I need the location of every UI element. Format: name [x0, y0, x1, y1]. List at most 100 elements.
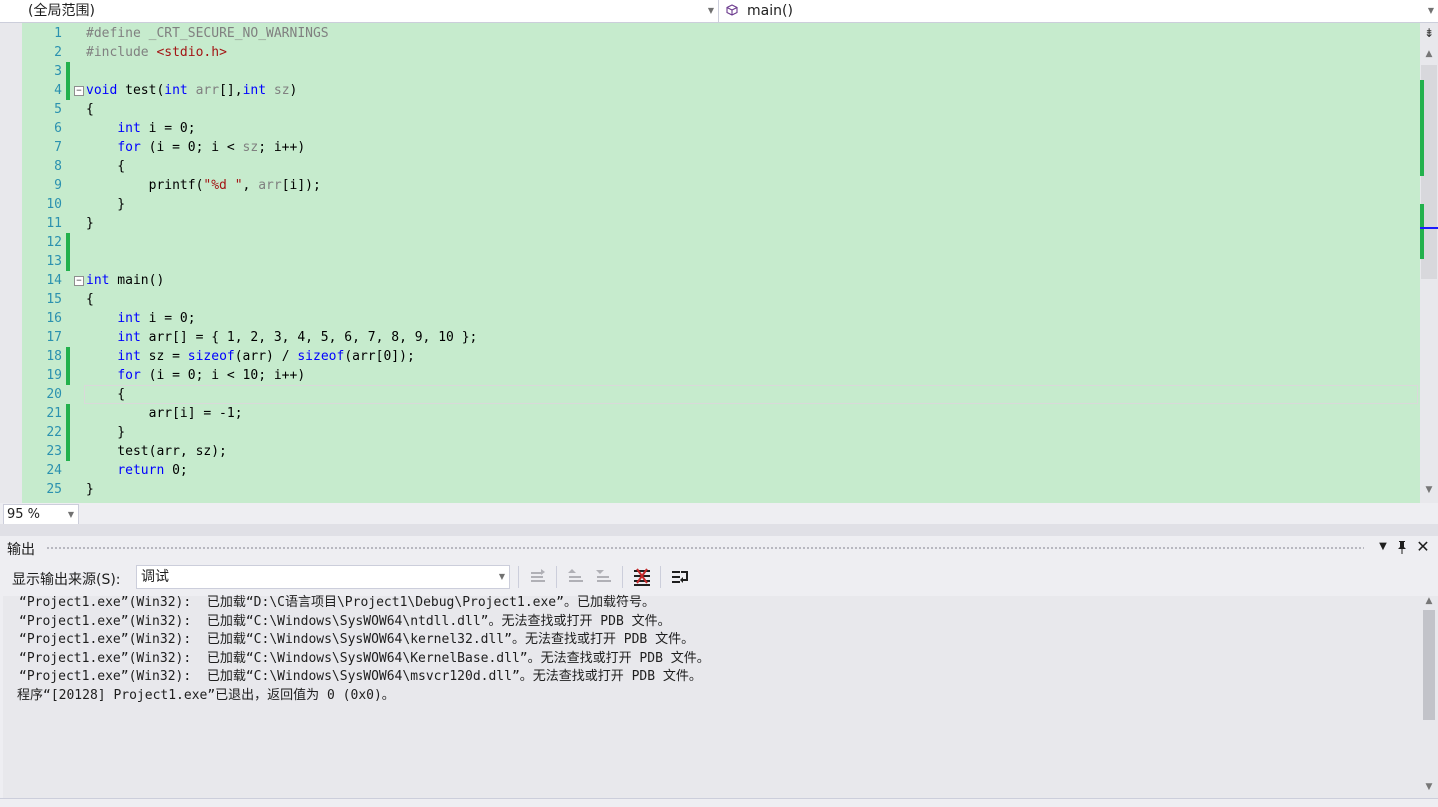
- toolbar-separator: [660, 566, 661, 588]
- pane-splitter[interactable]: [0, 524, 1438, 536]
- code-text: void test(int arr[],int sz): [86, 83, 298, 98]
- code-line[interactable]: 12: [0, 233, 1420, 252]
- code-line[interactable]: 19 for (i = 0; i < 10; i++): [0, 366, 1420, 385]
- word-wrap-icon[interactable]: [670, 567, 690, 587]
- code-editor[interactable]: 1 #define _CRT_SECURE_NO_WARNINGS 2 #includ…: [0, 23, 1420, 503]
- scrollbar-thumb[interactable]: [1423, 610, 1435, 720]
- output-line: “Project1.exe”(Win32): 已加载“C:\Windows\Sy…: [19, 669, 702, 685]
- code-text: int i = 0;: [117, 121, 196, 136]
- code-line[interactable]: 7 for (i = 0; i < sz; i++): [0, 138, 1420, 157]
- code-line[interactable]: 11}: [0, 214, 1420, 233]
- scroll-down-icon[interactable]: ▼: [1420, 782, 1438, 794]
- line-number: 19: [46, 368, 62, 383]
- window-menu-icon[interactable]: ▼: [1374, 538, 1392, 556]
- toolbar-separator: [622, 566, 623, 588]
- change-marker: [1420, 204, 1424, 259]
- output-line: “Project1.exe”(Win32): 已加载“C:\Windows\Sy…: [19, 632, 695, 648]
- scroll-down-icon[interactable]: ▼: [1420, 485, 1438, 497]
- code-text: {: [86, 159, 126, 174]
- editor-status-bar: 95 % ▼: [0, 503, 1438, 525]
- chevron-down-icon: ▼: [1427, 6, 1434, 15]
- editor-vertical-scrollbar[interactable]: ⇟ ▲ ▼: [1420, 23, 1438, 503]
- code-text: {: [86, 387, 126, 402]
- output-line: “Project1.exe”(Win32): 已加载“C:\Windows\Sy…: [19, 650, 710, 666]
- output-vertical-scrollbar[interactable]: ▲ ▼: [1420, 596, 1438, 798]
- scope-dropdown[interactable]: (全局范围) ▼: [0, 0, 719, 22]
- line-number: 22: [46, 425, 62, 440]
- code-line[interactable]: 16 int i = 0;: [0, 309, 1420, 328]
- member-dropdown[interactable]: main() ▼: [721, 0, 1438, 22]
- code-line[interactable]: 9 printf("%d ", arr[i]);: [0, 176, 1420, 195]
- line-number: 7: [54, 140, 62, 155]
- code-text: }: [86, 216, 94, 231]
- code-line[interactable]: 23 test(arr, sz);: [0, 442, 1420, 461]
- line-number: 5: [54, 102, 62, 117]
- code-text: for (i = 0; i < sz; i++): [117, 140, 306, 155]
- output-window-titlebar: 输出 ▼ ✕: [0, 536, 1438, 560]
- code-line[interactable]: 25}: [0, 480, 1420, 499]
- change-indicator: [66, 366, 70, 385]
- close-icon[interactable]: ✕: [1414, 538, 1432, 556]
- output-source-value: 调试: [141, 569, 169, 585]
- code-line[interactable]: 20 {: [0, 385, 1420, 404]
- line-number: 3: [54, 64, 62, 79]
- scroll-up-icon[interactable]: ▲: [1420, 49, 1438, 61]
- code-line[interactable]: 3: [0, 62, 1420, 81]
- code-line[interactable]: 15 {: [0, 290, 1420, 309]
- code-line[interactable]: 14 − int main(): [0, 271, 1420, 290]
- line-number: 12: [46, 235, 62, 250]
- change-indicator: [66, 442, 70, 461]
- change-indicator: [66, 404, 70, 423]
- code-line[interactable]: 22 }: [0, 423, 1420, 442]
- current-line-highlight: [84, 385, 1418, 404]
- line-number: 13: [46, 254, 62, 269]
- code-text: for (i = 0; i < 10; i++): [117, 368, 306, 383]
- output-line: “Project1.exe”(Win32): 已加载“C:\Windows\Sy…: [19, 613, 671, 629]
- change-indicator: [66, 423, 70, 442]
- code-line[interactable]: 8 {: [0, 157, 1420, 176]
- line-number: 18: [46, 349, 62, 364]
- code-text: }: [86, 425, 126, 440]
- code-text: {: [86, 292, 94, 307]
- chevron-down-icon: ▼: [67, 510, 74, 519]
- change-indicator: [66, 81, 70, 100]
- zoom-value: 95 %: [7, 507, 41, 522]
- code-text: return 0;: [117, 463, 188, 478]
- scroll-up-icon[interactable]: ▲: [1420, 596, 1438, 608]
- code-line[interactable]: 5{: [0, 100, 1420, 119]
- previous-message-icon[interactable]: [566, 567, 586, 587]
- output-text-area[interactable]: “Project1.exe”(Win32): 已加载“D:\C语言项目\Proj…: [3, 595, 1420, 798]
- change-marker: [1420, 80, 1424, 176]
- find-message-icon[interactable]: [528, 567, 548, 587]
- code-line[interactable]: 6 int i = 0;: [0, 119, 1420, 138]
- code-line[interactable]: 13: [0, 252, 1420, 271]
- output-source-dropdown[interactable]: 调试 ▼: [136, 565, 510, 589]
- code-line[interactable]: 4 − void test(int arr[],int sz): [0, 81, 1420, 100]
- pin-icon[interactable]: [1393, 538, 1411, 556]
- split-window-icon[interactable]: ⇟: [1420, 25, 1438, 41]
- collapse-icon[interactable]: −: [74, 86, 84, 96]
- code-line[interactable]: 18 int sz = sizeof(arr) / sizeof(arr[0])…: [0, 347, 1420, 366]
- code-line[interactable]: 1 #define _CRT_SECURE_NO_WARNINGS: [0, 24, 1420, 43]
- line-number: 15: [46, 292, 62, 307]
- code-line[interactable]: 17 int arr[] = { 1, 2, 3, 4, 5, 6, 7, 8,…: [0, 328, 1420, 347]
- zoom-dropdown[interactable]: 95 % ▼: [3, 504, 79, 525]
- line-number: 14: [46, 273, 62, 288]
- line-number: 6: [54, 121, 62, 136]
- code-line[interactable]: 21 arr[i] = -1;: [0, 404, 1420, 423]
- line-number: 8: [54, 159, 62, 174]
- output-line: 程序“[20128] Project1.exe”已退出，返回值为 0 (0x0)…: [17, 688, 395, 703]
- code-text: }: [86, 197, 126, 212]
- titlebar-grip[interactable]: [46, 546, 1364, 551]
- collapse-icon[interactable]: −: [74, 276, 84, 286]
- line-number: 1: [54, 26, 62, 41]
- code-line[interactable]: 10 }: [0, 195, 1420, 214]
- code-line[interactable]: 2 #include <stdio.h>: [0, 43, 1420, 62]
- line-number: 23: [46, 444, 62, 459]
- clear-all-icon[interactable]: [632, 567, 652, 587]
- line-number: 25: [46, 482, 62, 497]
- code-text: int main(): [86, 273, 165, 288]
- code-line[interactable]: 24 return 0;: [0, 461, 1420, 480]
- next-message-icon[interactable]: [594, 567, 614, 587]
- code-text: {: [86, 102, 94, 117]
